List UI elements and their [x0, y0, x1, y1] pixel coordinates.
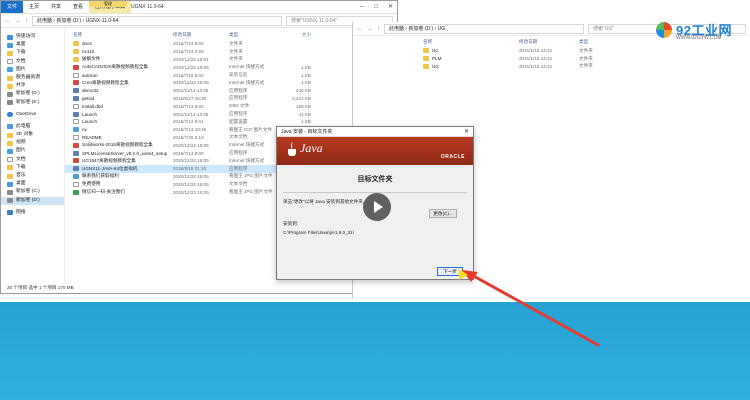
annotation-arrow	[462, 270, 600, 347]
arrow-shaft	[468, 272, 600, 347]
